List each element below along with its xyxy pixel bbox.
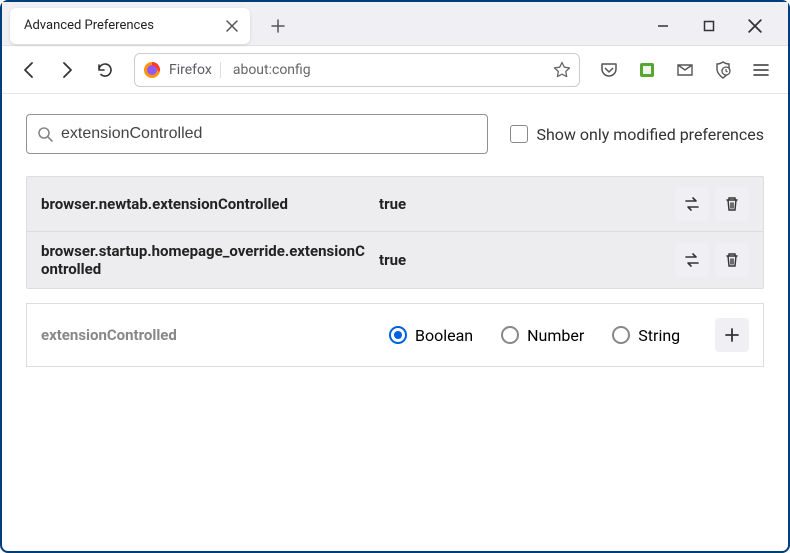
radio-icon <box>612 326 630 344</box>
nav-toolbar: Firefox about:config <box>2 46 788 94</box>
show-modified-checkbox[interactable]: Show only modified preferences <box>510 125 764 144</box>
radio-label: Number <box>527 326 584 345</box>
search-input-wrap[interactable] <box>26 114 488 154</box>
mail-icon[interactable] <box>668 53 702 87</box>
preference-row[interactable]: browser.startup.homepage_override.extens… <box>27 232 763 288</box>
maximize-icon[interactable] <box>700 17 718 35</box>
tab-title: Advanced Preferences <box>20 18 224 33</box>
search-input[interactable] <box>61 125 477 143</box>
pref-name: browser.startup.homepage_override.extens… <box>41 242 371 278</box>
minimize-icon[interactable] <box>654 17 672 35</box>
active-tab[interactable]: Advanced Preferences <box>10 8 250 44</box>
pocket-icon[interactable] <box>592 53 626 87</box>
radio-icon <box>389 326 407 344</box>
new-preference-row: extensionControlled Boolean Number Strin… <box>26 303 764 367</box>
reload-button[interactable] <box>88 53 122 87</box>
toggle-button[interactable] <box>675 187 709 221</box>
close-icon[interactable] <box>746 17 764 35</box>
extensions-icon[interactable] <box>630 53 664 87</box>
pref-name: browser.newtab.extensionControlled <box>41 195 371 213</box>
url-text: about:config <box>229 62 545 78</box>
radio-label: Boolean <box>415 326 473 345</box>
url-identity: Firefox <box>169 62 221 78</box>
toggle-button[interactable] <box>675 243 709 277</box>
radio-icon <box>501 326 519 344</box>
back-button[interactable] <box>12 53 46 87</box>
firefox-logo-icon <box>143 61 161 79</box>
delete-button[interactable] <box>715 187 749 221</box>
type-radio-group: Boolean Number String <box>379 326 707 345</box>
close-icon[interactable] <box>224 18 240 34</box>
add-button[interactable] <box>715 318 749 352</box>
star-icon[interactable] <box>553 61 571 79</box>
preferences-table: browser.newtab.extensionControlled true … <box>26 176 764 289</box>
radio-label: String <box>638 326 680 345</box>
radio-boolean[interactable]: Boolean <box>389 326 473 345</box>
new-pref-name: extensionControlled <box>41 326 371 344</box>
checkbox-label: Show only modified preferences <box>536 125 764 144</box>
pref-value: true <box>379 195 667 213</box>
preference-row[interactable]: browser.newtab.extensionControlled true <box>27 177 763 232</box>
hamburger-icon[interactable] <box>744 53 778 87</box>
radio-string[interactable]: String <box>612 326 680 345</box>
url-bar[interactable]: Firefox about:config <box>134 53 580 87</box>
pref-value: true <box>379 251 667 269</box>
config-content: Show only modified preferences browser.n… <box>2 94 788 387</box>
radio-number[interactable]: Number <box>501 326 584 345</box>
forward-button[interactable] <box>50 53 84 87</box>
tab-bar: Advanced Preferences <box>2 2 788 46</box>
new-tab-button[interactable] <box>264 12 292 40</box>
window-controls <box>654 17 780 35</box>
search-icon <box>37 126 53 142</box>
checkbox-icon[interactable] <box>510 125 528 143</box>
shield-icon[interactable] <box>706 53 740 87</box>
delete-button[interactable] <box>715 243 749 277</box>
